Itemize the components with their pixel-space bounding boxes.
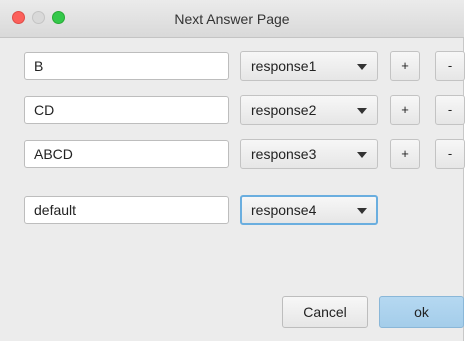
response-select-2[interactable]: response2 [240, 95, 378, 125]
default-answer-field[interactable]: default [24, 196, 229, 224]
add-row-button-3[interactable]: + [390, 139, 420, 169]
response-select-3[interactable]: response3 [240, 139, 378, 169]
answer-field-2[interactable]: CD [24, 96, 229, 124]
chevron-down-icon [357, 208, 367, 214]
answer-field-1[interactable]: B [24, 52, 229, 80]
response-select-value: response1 [251, 58, 317, 74]
window-title: Next Answer Page [174, 11, 290, 27]
response-select-value: response2 [251, 102, 317, 118]
response-select-value: response4 [251, 202, 317, 218]
chevron-down-icon [357, 108, 367, 114]
answer-field-3[interactable]: ABCD [24, 140, 229, 168]
ok-button[interactable]: ok [379, 296, 464, 328]
response-select-1[interactable]: response1 [240, 51, 378, 81]
chevron-down-icon [357, 152, 367, 158]
add-row-button-1[interactable]: + [390, 51, 420, 81]
add-row-button-2[interactable]: + [390, 95, 420, 125]
response-select-value: response3 [251, 146, 317, 162]
remove-row-button-1[interactable]: - [435, 51, 465, 81]
title-bar: Next Answer Page [0, 0, 464, 38]
remove-row-button-2[interactable]: - [435, 95, 465, 125]
chevron-down-icon [357, 64, 367, 70]
default-response-select[interactable]: response4 [240, 195, 378, 225]
dialog-window: Next Answer Page B response1 + - CD resp… [0, 0, 465, 341]
remove-row-button-3[interactable]: - [435, 139, 465, 169]
cancel-button[interactable]: Cancel [282, 296, 368, 328]
